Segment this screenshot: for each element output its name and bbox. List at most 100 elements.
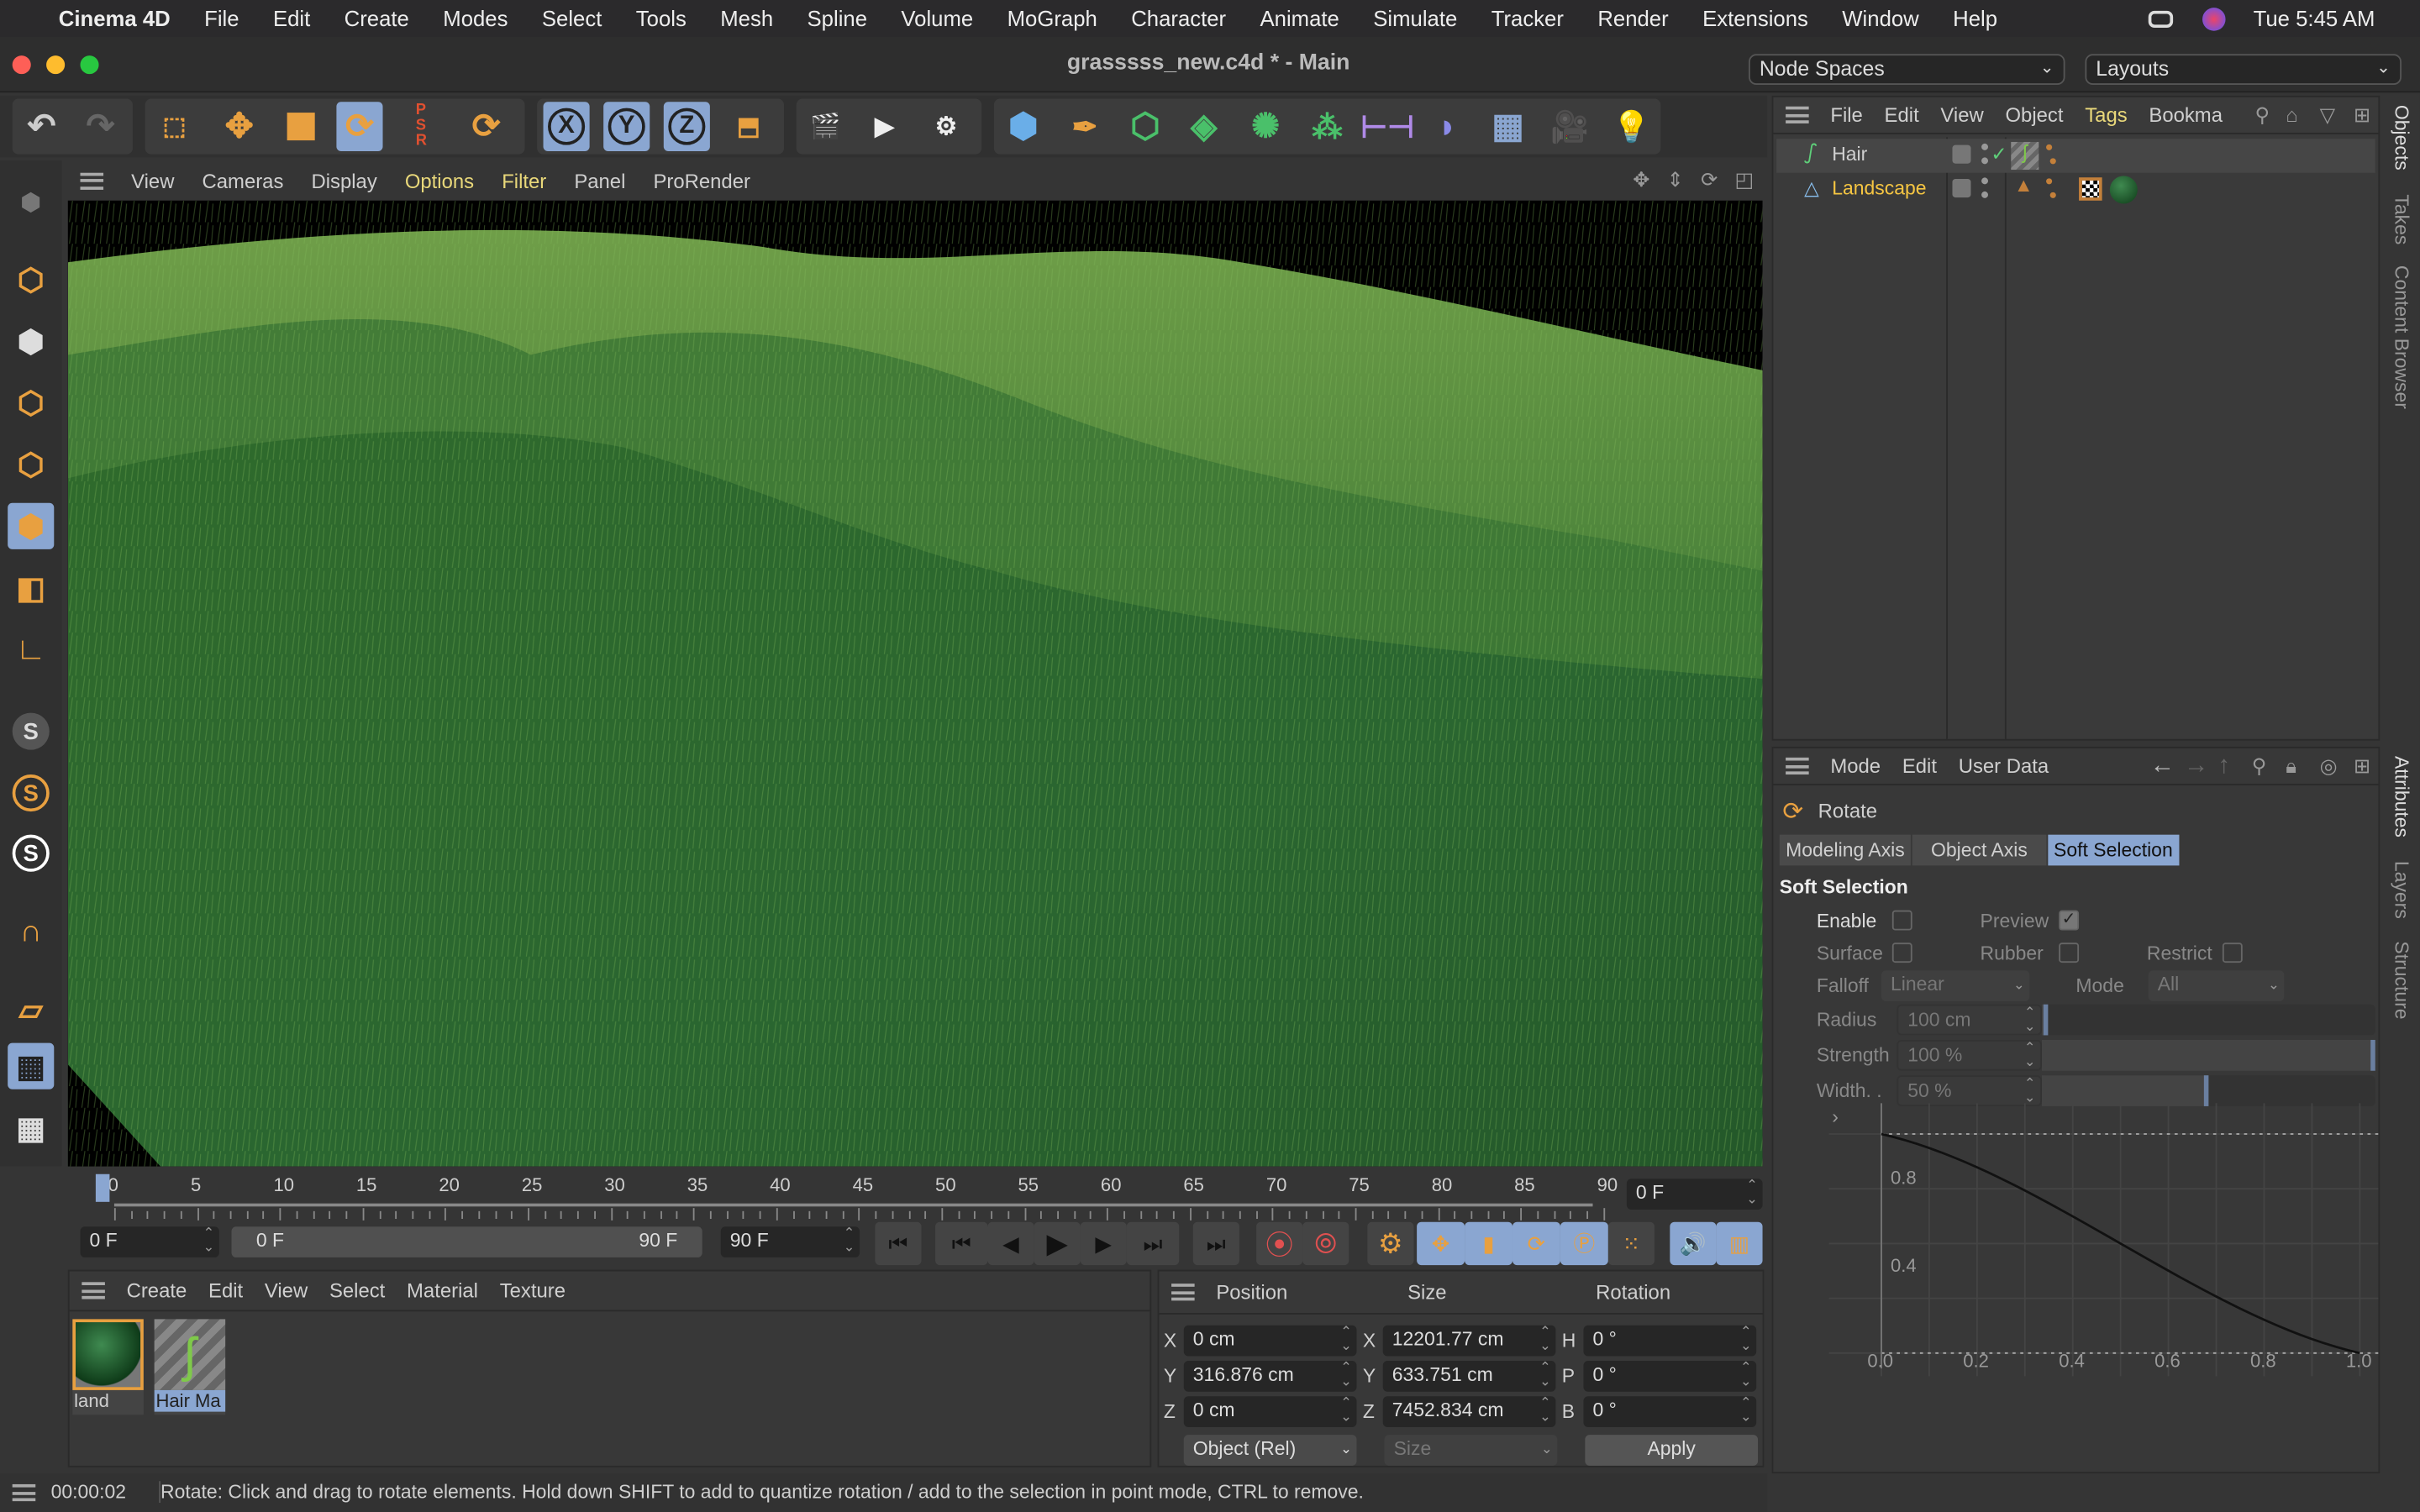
camera-icon[interactable]: 🎥 — [1546, 102, 1592, 151]
viewport-zoom-icon[interactable]: ⇕ — [1667, 168, 1684, 192]
menu-spline[interactable]: Spline — [808, 6, 867, 30]
viewport-maximize-icon[interactable]: ◰ — [1734, 168, 1754, 192]
attr-menu-mode[interactable]: Mode — [1830, 754, 1881, 778]
scale-icon[interactable] — [278, 102, 324, 151]
control-center-icon[interactable] — [2148, 9, 2174, 28]
axis-mode-icon[interactable]: ∟ — [8, 627, 54, 673]
model-mode-icon[interactable]: ⬡ — [8, 256, 54, 302]
object-menu-object[interactable]: Object — [2005, 103, 2063, 127]
spinner-icon[interactable]: ⌃ ⌄ — [1740, 1395, 1752, 1424]
redo-icon[interactable]: ↷ — [77, 102, 124, 151]
tab-takes[interactable]: Takes — [2391, 194, 2412, 244]
material-menu-edit[interactable]: Edit — [208, 1279, 243, 1303]
object-menu-edit[interactable]: Edit — [1885, 103, 1919, 127]
minimize-button[interactable] — [46, 55, 66, 75]
next-key-button[interactable]: ⏭ — [1126, 1221, 1180, 1266]
viewport-rotate-icon[interactable]: ⟳ — [1701, 168, 1718, 192]
menu-mesh[interactable]: Mesh — [720, 6, 773, 30]
object-menu-bookmarks[interactable]: Bookma — [2149, 103, 2223, 127]
viewport-solo-icon[interactable]: ⬢ — [8, 179, 54, 225]
tab-modeling-axis[interactable]: Modeling Axis — [1779, 834, 1912, 866]
coordinate-mode-dropdown[interactable]: Object (Rel) ⌄ — [1183, 1435, 1357, 1466]
menu-tracker[interactable]: Tracker — [1491, 6, 1564, 30]
restrict-checkbox[interactable] — [2222, 942, 2243, 963]
render-settings-icon[interactable]: ⚙ — [923, 102, 969, 151]
radius-field[interactable]: 100 cm ⌃ ⌄ — [1897, 1004, 2042, 1036]
menu-modes[interactable]: Modes — [443, 6, 508, 30]
spinner-icon[interactable]: ⌃ ⌄ — [1340, 1360, 1352, 1389]
viewport-menu-prorender[interactable]: ProRender — [653, 169, 750, 192]
menu-render[interactable]: Render — [1597, 6, 1668, 30]
spinner-icon[interactable]: ⌃ ⌄ — [1539, 1395, 1551, 1424]
preview-checkbox[interactable]: ✓ — [2059, 910, 2080, 931]
tab-soft-selection[interactable]: Soft Selection — [2047, 834, 2180, 866]
menu-icon[interactable] — [1171, 1284, 1195, 1301]
rotation-p-field[interactable]: 0 ° ⌃ ⌄ — [1583, 1360, 1757, 1392]
uv-mode-icon[interactable]: ◧ — [8, 564, 54, 611]
layouts-dropdown[interactable]: Layouts ⌄ — [2085, 54, 2402, 86]
point-mode-icon[interactable]: ⬡ — [8, 380, 54, 426]
spinner-icon[interactable]: ⌃ ⌄ — [2024, 1041, 2036, 1069]
preview-range-slider[interactable]: 0 F 90 F — [231, 1226, 702, 1257]
recent-tool-icon[interactable]: ⟳ — [463, 102, 509, 151]
phong-tag-icon[interactable]: ● ● — [2045, 174, 2058, 202]
tab-object-axis[interactable]: Object Axis — [1912, 834, 2046, 866]
node-spaces-dropdown[interactable]: Node Spaces ⌄ — [1749, 54, 2065, 86]
uvw-tag-icon[interactable] — [2079, 177, 2102, 201]
close-button[interactable] — [12, 55, 31, 75]
menu-icon[interactable] — [82, 1282, 105, 1299]
polygon-mode-icon[interactable]: ⬢ — [8, 502, 55, 549]
menu-edit[interactable]: Edit — [273, 6, 310, 30]
position-y-field[interactable]: 316.876 cm ⌃ ⌄ — [1183, 1360, 1357, 1392]
new-panel-icon[interactable]: ⊞ — [2354, 753, 2370, 778]
timeline-playhead[interactable] — [95, 1173, 110, 1202]
back-arrow-icon[interactable]: ← — [2150, 752, 2175, 780]
next-frame-button[interactable]: ▶ — [1080, 1221, 1127, 1266]
material-swatch-land[interactable]: land — [72, 1319, 144, 1415]
material-swatch-hair[interactable]: ʃ Hair Ma — [154, 1319, 226, 1415]
snap-workplane-icon[interactable]: S — [8, 830, 54, 876]
key-pla-button[interactable]: ⁙ — [1607, 1221, 1655, 1266]
menu-volume[interactable]: Volume — [901, 6, 973, 30]
key-rotation-button[interactable]: ⟳ — [1512, 1221, 1560, 1266]
viewport-menu-display[interactable]: Display — [311, 169, 376, 192]
hair-material-tag-icon[interactable]: ʃ — [2011, 141, 2039, 171]
previous-key-button[interactable]: ⏮ — [935, 1221, 988, 1266]
menu-animate[interactable]: Animate — [1260, 6, 1339, 30]
3d-viewport[interactable] — [67, 200, 1763, 1167]
spinner-icon[interactable]: ⌃ ⌄ — [1340, 1325, 1352, 1353]
phong-tag-icon[interactable]: ● ● — [2045, 139, 2058, 168]
surface-checkbox[interactable] — [1891, 942, 1912, 963]
material-menu-material[interactable]: Material — [407, 1279, 478, 1303]
menu-mograph[interactable]: MoGraph — [1007, 6, 1097, 30]
apply-button[interactable]: Apply — [1585, 1435, 1759, 1466]
start-frame-field[interactable]: 0 F ⌃ ⌄ — [80, 1226, 219, 1257]
workplane-icon[interactable]: ▱ — [8, 986, 54, 1032]
extrude-icon[interactable]: ◈ — [1181, 102, 1227, 151]
coordinate-system-icon[interactable]: ⬒ — [725, 102, 771, 151]
menu-help[interactable]: Help — [1953, 6, 1997, 30]
forward-arrow-icon[interactable]: → — [2184, 752, 2208, 780]
new-panel-icon[interactable]: ⊞ — [2354, 102, 2370, 127]
key-position-button[interactable]: ✥ — [1417, 1221, 1465, 1266]
menu-window[interactable]: Window — [1842, 6, 1918, 30]
strength-field[interactable]: 100 % ⌃ ⌄ — [1897, 1039, 2042, 1071]
rotate-icon[interactable]: ⟳ — [336, 102, 383, 151]
size-y-field[interactable]: 633.751 cm ⌃ ⌄ — [1382, 1360, 1556, 1392]
menu-file[interactable]: File — [204, 6, 239, 30]
spinner-icon[interactable]: ⌃ ⌄ — [1740, 1325, 1752, 1353]
width-field[interactable]: 50 % ⌃ ⌄ — [1897, 1075, 2042, 1106]
position-z-field[interactable]: 0 cm ⌃ ⌄ — [1183, 1395, 1357, 1427]
timeline-button[interactable]: ▥ — [1716, 1221, 1763, 1266]
go-to-start-button[interactable]: ⏮ — [875, 1221, 922, 1266]
light-icon[interactable]: 💡 — [1608, 102, 1655, 151]
cloner-icon[interactable]: ✺ — [1243, 102, 1289, 151]
land-material-tag-icon[interactable] — [2109, 176, 2138, 204]
rotation-h-field[interactable]: 0 ° ⌃ ⌄ — [1583, 1325, 1757, 1357]
spinner-icon[interactable]: ⌃ ⌄ — [1746, 1178, 1758, 1206]
material-menu-create[interactable]: Create — [127, 1279, 187, 1303]
object-menu-view[interactable]: View — [1940, 103, 1983, 127]
menu-create[interactable]: Create — [345, 6, 409, 30]
enabled-check-icon[interactable]: ✓ — [1991, 142, 2007, 165]
expand-arrow-icon[interactable]: › — [1832, 1106, 1839, 1128]
